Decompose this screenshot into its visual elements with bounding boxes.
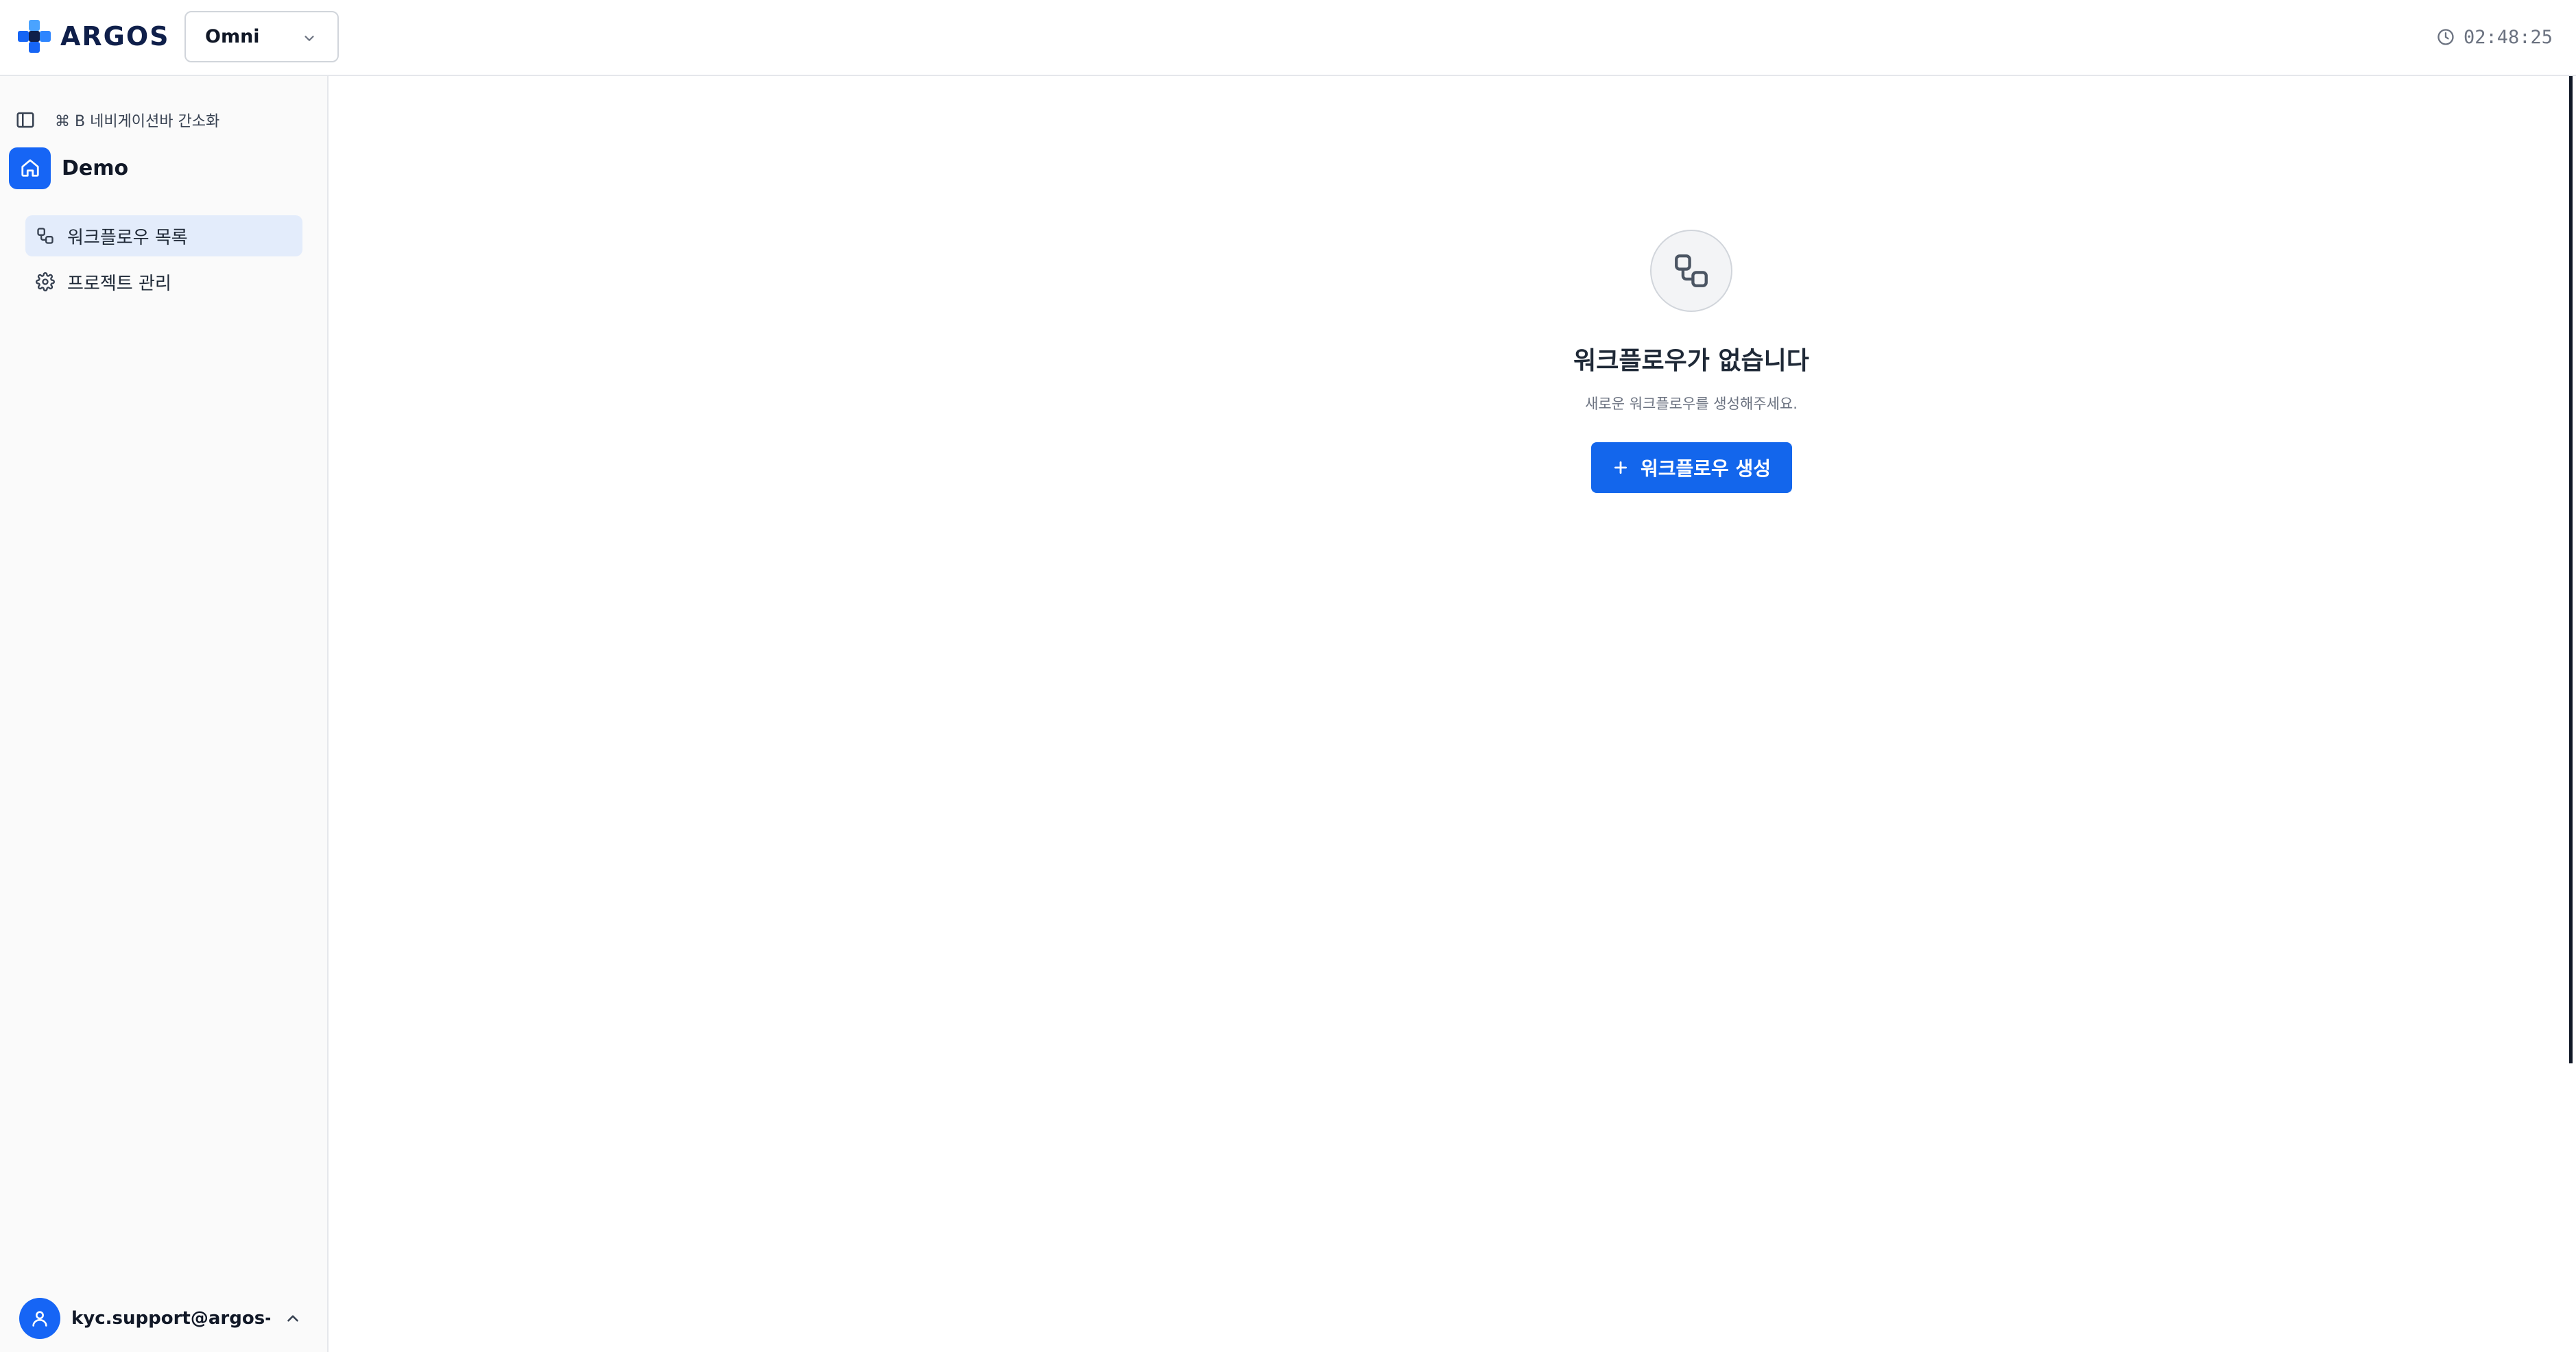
argos-logo[interactable]: ARGOS [18,20,170,53]
logo-text: ARGOS [60,21,170,51]
window-edge-divider [2569,76,2573,1063]
home-icon [9,147,51,189]
organization-select[interactable]: Omni [184,11,339,62]
create-workflow-button[interactable]: 워크플로우 생성 [1590,442,1792,493]
argos-logo-mark-icon [18,20,51,53]
workflow-icon [37,228,53,244]
empty-state-title: 워크플로우가 없습니다 [1573,347,1809,375]
clock-icon [2437,29,2454,45]
gear-icon [36,272,55,291]
sidebar-item-label: 워크플로우 목록 [67,227,188,248]
empty-state: 워크플로우가 없습니다 새로운 워크플로우를 생성해주세요. 워크플로우 생성 [1451,230,1931,493]
sidebar: ⌘ B 네비게이션바 간소화 Demo 워크플로우 목록 프로젝트 관리 kyc… [0,76,329,1352]
main-content: 워크플로우가 없습니다 새로운 워크플로우를 생성해주세요. 워크플로우 생성 [330,76,2573,1352]
empty-state-subtitle: 새로운 워크플로우를 생성해주세요. [1585,396,1798,412]
user-menu[interactable]: kyc.support@argos-s... [19,1297,314,1340]
sidebar-item-label: 프로젝트 관리 [67,273,171,294]
avatar [19,1298,60,1339]
user-email: kyc.support@argos-s... [71,1308,270,1329]
sidebar-collapse-toggle[interactable]: ⌘ B 네비게이션바 간소화 [15,105,219,135]
sidebar-item-project-settings[interactable]: 프로젝트 관리 [25,261,302,302]
workflow-icon [1650,230,1732,312]
create-workflow-button-label: 워크플로우 생성 [1640,457,1772,480]
session-clock: 02:48:25 [2436,23,2553,51]
sidebar-panel-icon[interactable] [15,110,36,130]
sidebar-item-workflows[interactable]: 워크플로우 목록 [25,215,302,256]
sidebar-collapse-hint: ⌘ B 네비게이션바 간소화 [55,113,220,130]
top-header: ARGOS Omni 02:48:25 [0,0,2576,76]
project-name: Demo [62,156,129,180]
chevron-down-icon [305,36,314,41]
chevron-up-icon[interactable] [284,1309,302,1327]
plus-icon [1614,461,1627,474]
user-icon [32,1311,47,1327]
project-header[interactable]: Demo [9,147,128,189]
organization-select-value: Omni [205,26,260,47]
clock-time: 02:48:25 [2463,26,2553,48]
